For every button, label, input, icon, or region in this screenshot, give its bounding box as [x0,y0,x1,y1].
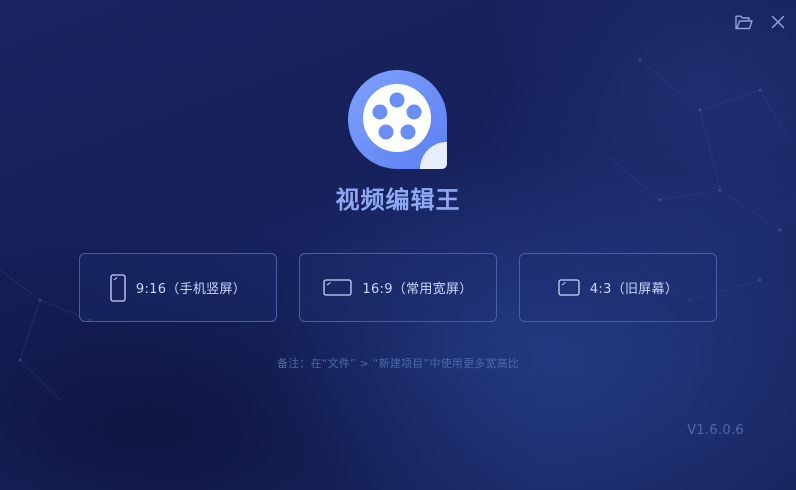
ratio-9-16-button[interactable]: 9:16（手机竖屏） [79,253,277,322]
portrait-frame-icon [110,273,126,302]
title-bar-controls [734,12,788,32]
app-logo [348,70,447,169]
aspect-ratio-note: 备注：在“文件” > “新建项目”中使用更多宽高比 [276,357,519,370]
ratio-16-9-button[interactable]: 16:9（常用宽屏） [299,253,497,322]
ratio-4-3-label: 4:3（旧屏幕） [589,282,679,297]
version-label: V1.6.0.6 [687,423,744,438]
ratio-16-9-label: 16:9（常用宽屏） [362,282,473,297]
ratio-4-3-button[interactable]: 4:3（旧屏幕） [519,253,717,322]
app-title: 视频编辑王 [335,186,461,214]
widescreen-frame-icon [323,279,353,296]
app-window: 视频编辑王 9:16（手机竖屏） 16:9（常用宽屏） 4:3（旧屏幕） 备注：… [0,0,796,490]
folder-open-icon[interactable] [734,12,754,32]
close-icon[interactable] [768,12,788,32]
standard-frame-icon [558,279,580,296]
ratio-9-16-label: 9:16（手机竖屏） [135,282,247,297]
